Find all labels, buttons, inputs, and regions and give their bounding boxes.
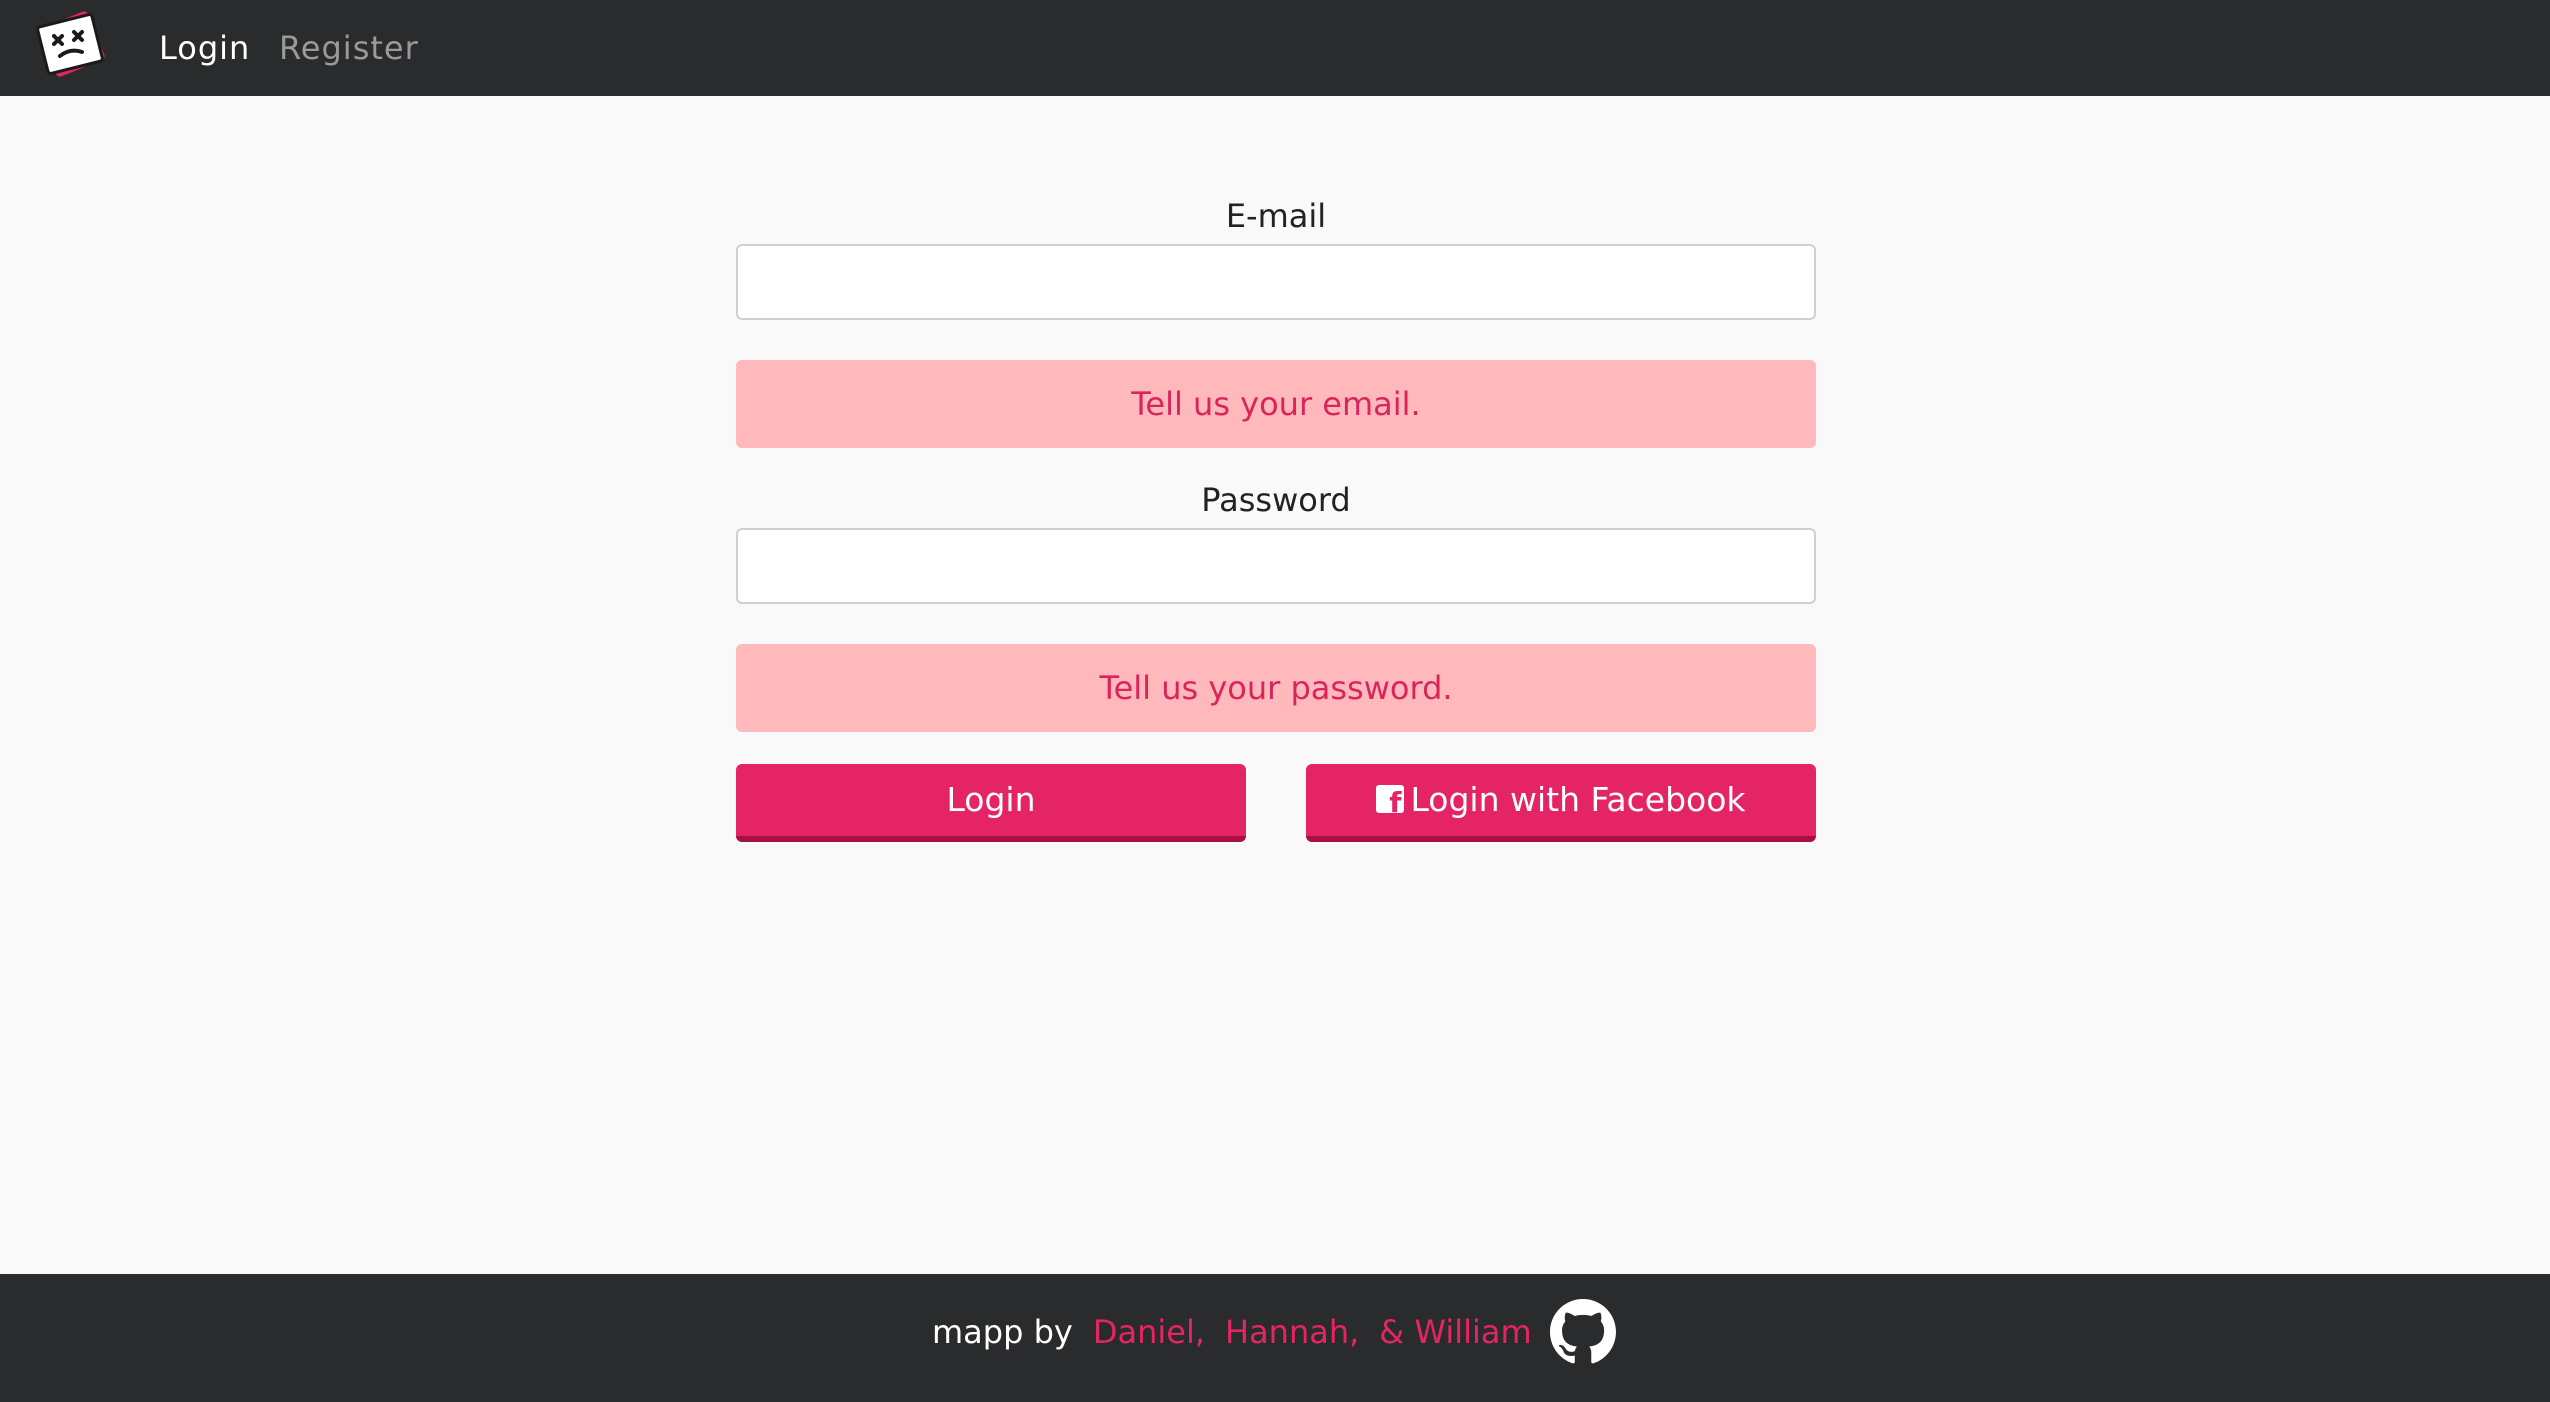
email-field[interactable] (736, 244, 1816, 320)
password-label: Password (1201, 481, 1351, 519)
password-field[interactable] (736, 528, 1816, 604)
login-button-label: Login (946, 780, 1036, 819)
login-with-facebook-button[interactable]: f Login with Facebook (1306, 764, 1816, 842)
author-link-daniel[interactable]: Daniel, (1093, 1313, 1205, 1351)
facebook-square-icon: f (1376, 784, 1405, 816)
email-label: E-mail (1225, 197, 1327, 235)
top-navbar: Login Register (0, 0, 2550, 96)
footer-prefix: mapp by (932, 1313, 1073, 1351)
login-button[interactable]: Login (736, 764, 1246, 842)
footer-credits: mapp by Daniel, Hannah, & William (932, 1290, 1616, 1374)
github-icon[interactable] (1549, 1299, 1616, 1365)
dead-face-logo-icon[interactable] (32, 6, 112, 86)
author-link-william[interactable]: & William (1379, 1313, 1531, 1351)
facebook-button-label: Login with Facebook (1410, 780, 1746, 819)
email-error-message: Tell us your email. (736, 360, 1816, 448)
password-error-message: Tell us your password. (736, 644, 1816, 732)
nav-link-register[interactable]: Register (279, 28, 419, 68)
footer: mapp by Daniel, Hannah, & William (0, 1274, 2550, 1402)
nav-link-login[interactable]: Login (159, 28, 250, 68)
author-link-hannah[interactable]: Hannah, (1225, 1313, 1359, 1351)
